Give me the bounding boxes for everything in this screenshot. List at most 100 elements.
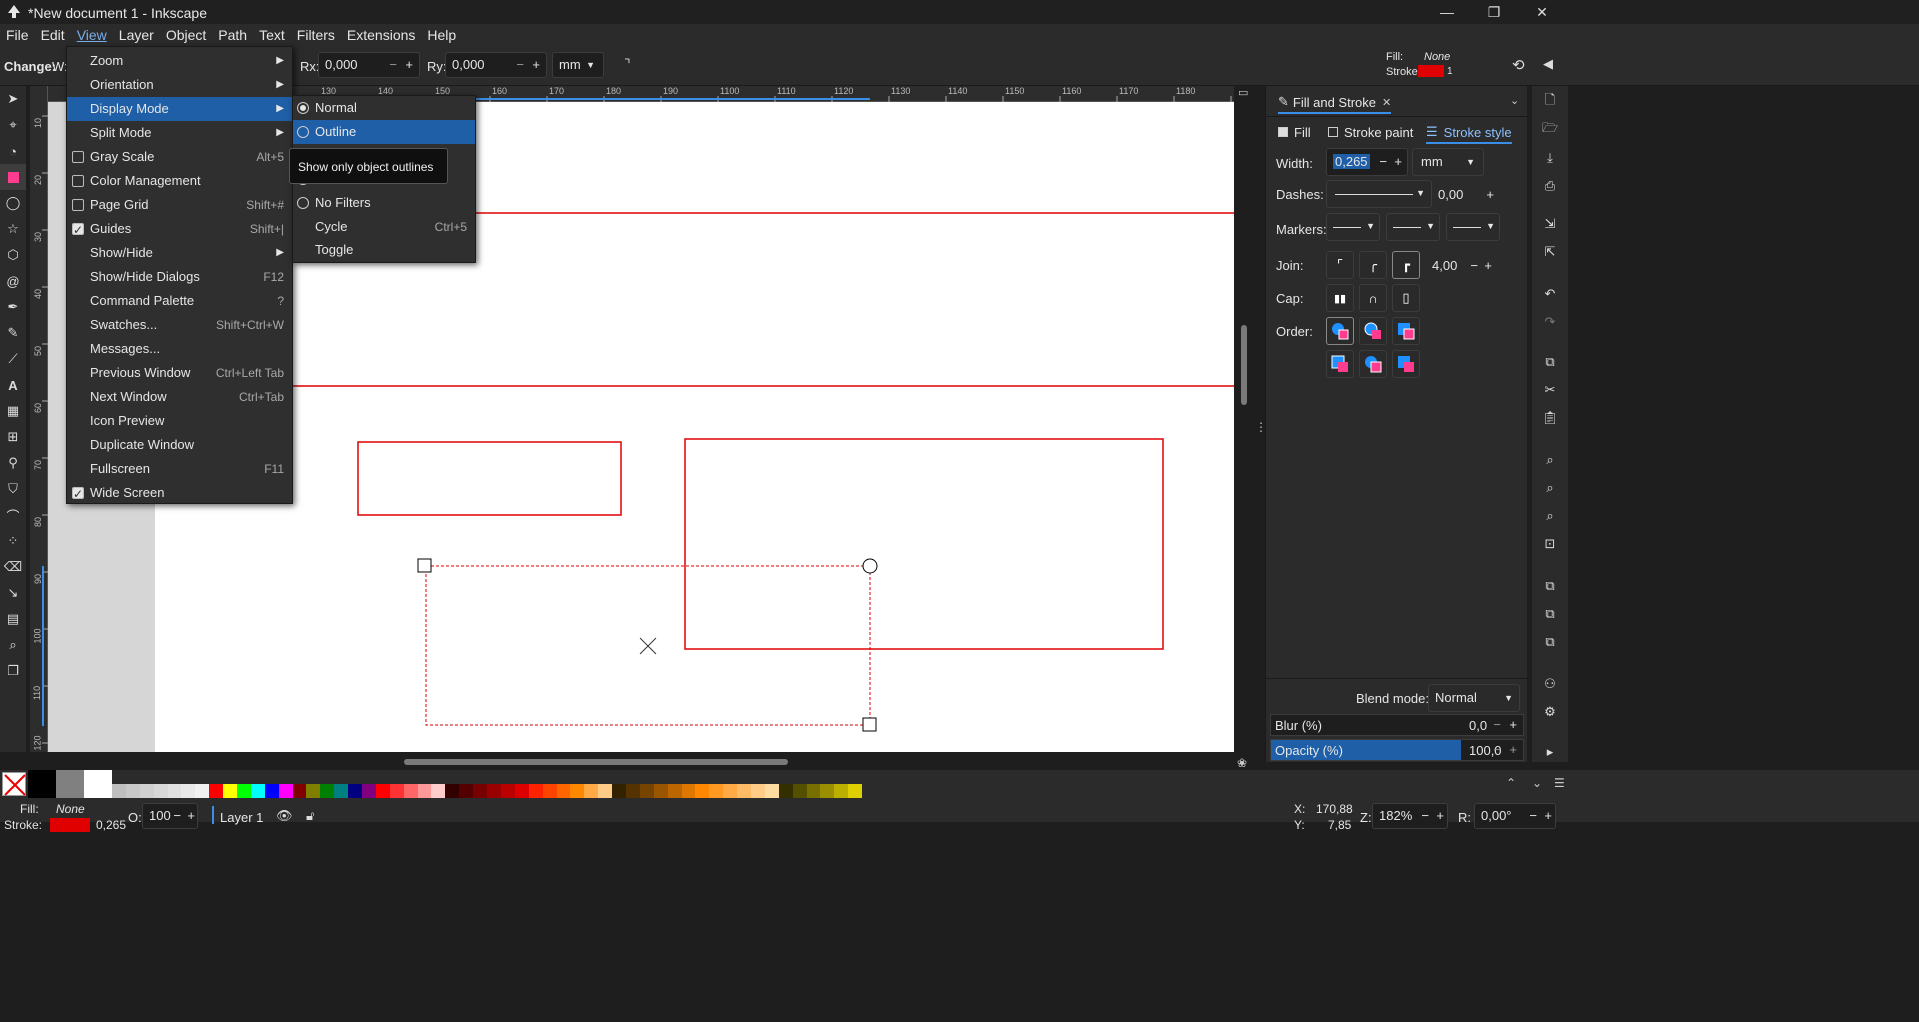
opacity-decrement-icon[interactable]: −: [1493, 742, 1501, 757]
opacity-decrement-icon[interactable]: −: [173, 804, 181, 828]
subtab-stroke-paint[interactable]: Stroke paint: [1328, 122, 1413, 142]
palette-swatch[interactable]: [500, 784, 515, 798]
text-tool-icon[interactable]: A: [0, 372, 26, 398]
display-mode-item-toggle[interactable]: Toggle: [293, 238, 475, 262]
undo-icon[interactable]: ↶: [1538, 282, 1562, 306]
palette-swatch[interactable]: [306, 784, 321, 798]
ungroup-icon[interactable]: ⚙: [1538, 700, 1562, 724]
rx-increment-icon[interactable]: +: [405, 53, 413, 77]
palette-swatch[interactable]: [375, 784, 390, 798]
subtab-fill[interactable]: Fill: [1278, 122, 1311, 142]
view-menu-item-page-grid[interactable]: Page Grid Shift+#: [67, 193, 292, 217]
view-menu-item-guides[interactable]: Guides Shift+|: [67, 217, 292, 242]
palette-swatch[interactable]: [250, 784, 265, 798]
view-menu-item-duplicate-window[interactable]: Duplicate Window: [67, 433, 292, 457]
copy-icon[interactable]: ⧉: [1538, 350, 1562, 374]
end-marker-dropdown[interactable]: ▼: [1446, 213, 1500, 241]
rectangle-large[interactable]: [684, 438, 1164, 650]
view-menu-item-messages[interactable]: Messages...: [67, 337, 292, 361]
opacity-increment-icon[interactable]: +: [1509, 742, 1517, 757]
miter-limit-input[interactable]: 4,00 − +: [1432, 251, 1494, 279]
connector-tool-icon[interactable]: ↘: [0, 580, 26, 606]
zoom-drawing-icon[interactable]: ⌕: [1538, 476, 1562, 500]
dropper-tool-icon[interactable]: ⚲: [0, 450, 26, 476]
width-increment-icon[interactable]: +: [1394, 149, 1402, 175]
new-document-icon[interactable]: 🗋︎: [1538, 90, 1562, 114]
unlink-clone-icon[interactable]: ⧉: [1538, 630, 1562, 654]
spray-tool-icon[interactable]: ⁘: [0, 528, 26, 554]
menu-filters[interactable]: Filters: [291, 24, 341, 46]
order-stroke-markers-fill-button[interactable]: [1359, 350, 1387, 378]
view-menu-item-show-hide-dialogs[interactable]: Show/Hide Dialogs F12: [67, 265, 292, 289]
ry-input[interactable]: 0,000 − +: [445, 52, 547, 78]
menu-layer[interactable]: Layer: [113, 24, 160, 46]
rotation-input[interactable]: 0,00° − +: [1474, 803, 1556, 829]
palette-swatch[interactable]: [570, 784, 585, 798]
palette-swatch[interactable]: [181, 784, 196, 798]
print-icon[interactable]: ⎙: [1538, 174, 1562, 198]
3d-box-tool-icon[interactable]: ⬡: [0, 242, 26, 268]
palette-swatch[interactable]: [473, 784, 488, 798]
opacity-slider[interactable]: Opacity (%) 100,0 − +: [1270, 739, 1524, 761]
blur-increment-icon[interactable]: +: [1509, 717, 1517, 732]
view-menu-item-swatches[interactable]: Swatches... Shift+Ctrl+W: [67, 313, 292, 337]
eraser-tool-icon[interactable]: ⌫: [0, 554, 26, 580]
display-mode-item-normal[interactable]: Normal: [293, 96, 475, 120]
rectangle-tool-icon[interactable]: [0, 164, 26, 190]
zoom-center-page-icon[interactable]: ⊡: [1538, 532, 1562, 556]
unlock-icon[interactable]: 🔓︎: [306, 808, 314, 824]
snap-icon[interactable]: ⟲: [1512, 56, 1525, 74]
pages-tool-icon[interactable]: ❐: [0, 658, 26, 684]
palette-swatch[interactable]: [112, 784, 126, 798]
current-layer[interactable]: Layer 1: [220, 810, 263, 825]
palette-swatch[interactable]: [417, 784, 432, 798]
palette-swatch[interactable]: [639, 784, 654, 798]
butt-cap-button[interactable]: ▮▮: [1326, 284, 1354, 312]
order-stroke-fill-markers-button[interactable]: [1359, 317, 1387, 345]
checkbox-icon[interactable]: [72, 175, 84, 187]
menu-path[interactable]: Path: [212, 24, 253, 46]
palette-swatch[interactable]: [292, 784, 307, 798]
menu-object[interactable]: Object: [160, 24, 212, 46]
shape-builder-tool-icon[interactable]: ◔: [0, 138, 26, 164]
view-menu-item-command-palette[interactable]: Command Palette?: [67, 289, 292, 313]
save-document-icon[interactable]: ⤓: [1538, 146, 1562, 170]
palette-scroll-up-icon[interactable]: ⌃: [1506, 776, 1516, 790]
palette-swatch[interactable]: [750, 784, 765, 798]
pencil-tool-icon[interactable]: ✎: [0, 320, 26, 346]
palette-swatch[interactable]: [389, 784, 404, 798]
view-menu-item-icon-preview[interactable]: Icon Preview: [67, 409, 292, 433]
calligraphy-tool-icon[interactable]: ⟋: [0, 346, 26, 372]
palette-swatch[interactable]: [820, 784, 835, 798]
palette-swatch[interactable]: [487, 784, 501, 798]
view-menu-item-display-mode[interactable]: Display Mode ▶: [67, 97, 292, 121]
checkbox-icon[interactable]: [72, 482, 84, 506]
rx-input[interactable]: 0,000 − +: [318, 52, 420, 78]
redo-icon[interactable]: ↷: [1538, 310, 1562, 334]
no-paint-swatch[interactable]: [2, 772, 26, 796]
palette-swatch[interactable]: [264, 784, 279, 798]
round-join-button[interactable]: ╭: [1359, 251, 1387, 279]
ry-decrement-icon[interactable]: −: [516, 53, 524, 77]
radio-icon[interactable]: [297, 196, 309, 209]
resize-handle-bottom-right[interactable]: [862, 717, 877, 732]
dialog-tab[interactable]: ✎ Fill and Stroke ✕: [1278, 92, 1392, 114]
palette-swatch[interactable]: [723, 784, 738, 798]
palette-swatch[interactable]: [834, 784, 849, 798]
status-opacity-input[interactable]: 100 − +: [142, 803, 198, 829]
miter-increment-icon[interactable]: +: [1484, 258, 1492, 273]
round-cap-button[interactable]: ∩: [1359, 284, 1387, 312]
horizontal-scrollbar[interactable]: [404, 759, 788, 765]
palette-swatch[interactable]: [153, 784, 168, 798]
checkbox-icon[interactable]: [72, 218, 84, 242]
miter-decrement-icon[interactable]: −: [1470, 258, 1478, 273]
palette-swatch[interactable]: [362, 784, 376, 798]
rotation-center-icon[interactable]: [639, 637, 657, 655]
palette-swatch[interactable]: [848, 784, 863, 798]
menu-edit[interactable]: Edit: [35, 24, 71, 46]
palette-swatch[interactable]: [209, 784, 224, 798]
view-menu-item-color-management[interactable]: Color Management: [67, 169, 292, 193]
order-markers-stroke-fill-button[interactable]: [1392, 350, 1420, 378]
palette-swatch[interactable]: [695, 784, 710, 798]
view-menu-item-show-hide[interactable]: Show/Hide ▶: [67, 241, 292, 265]
